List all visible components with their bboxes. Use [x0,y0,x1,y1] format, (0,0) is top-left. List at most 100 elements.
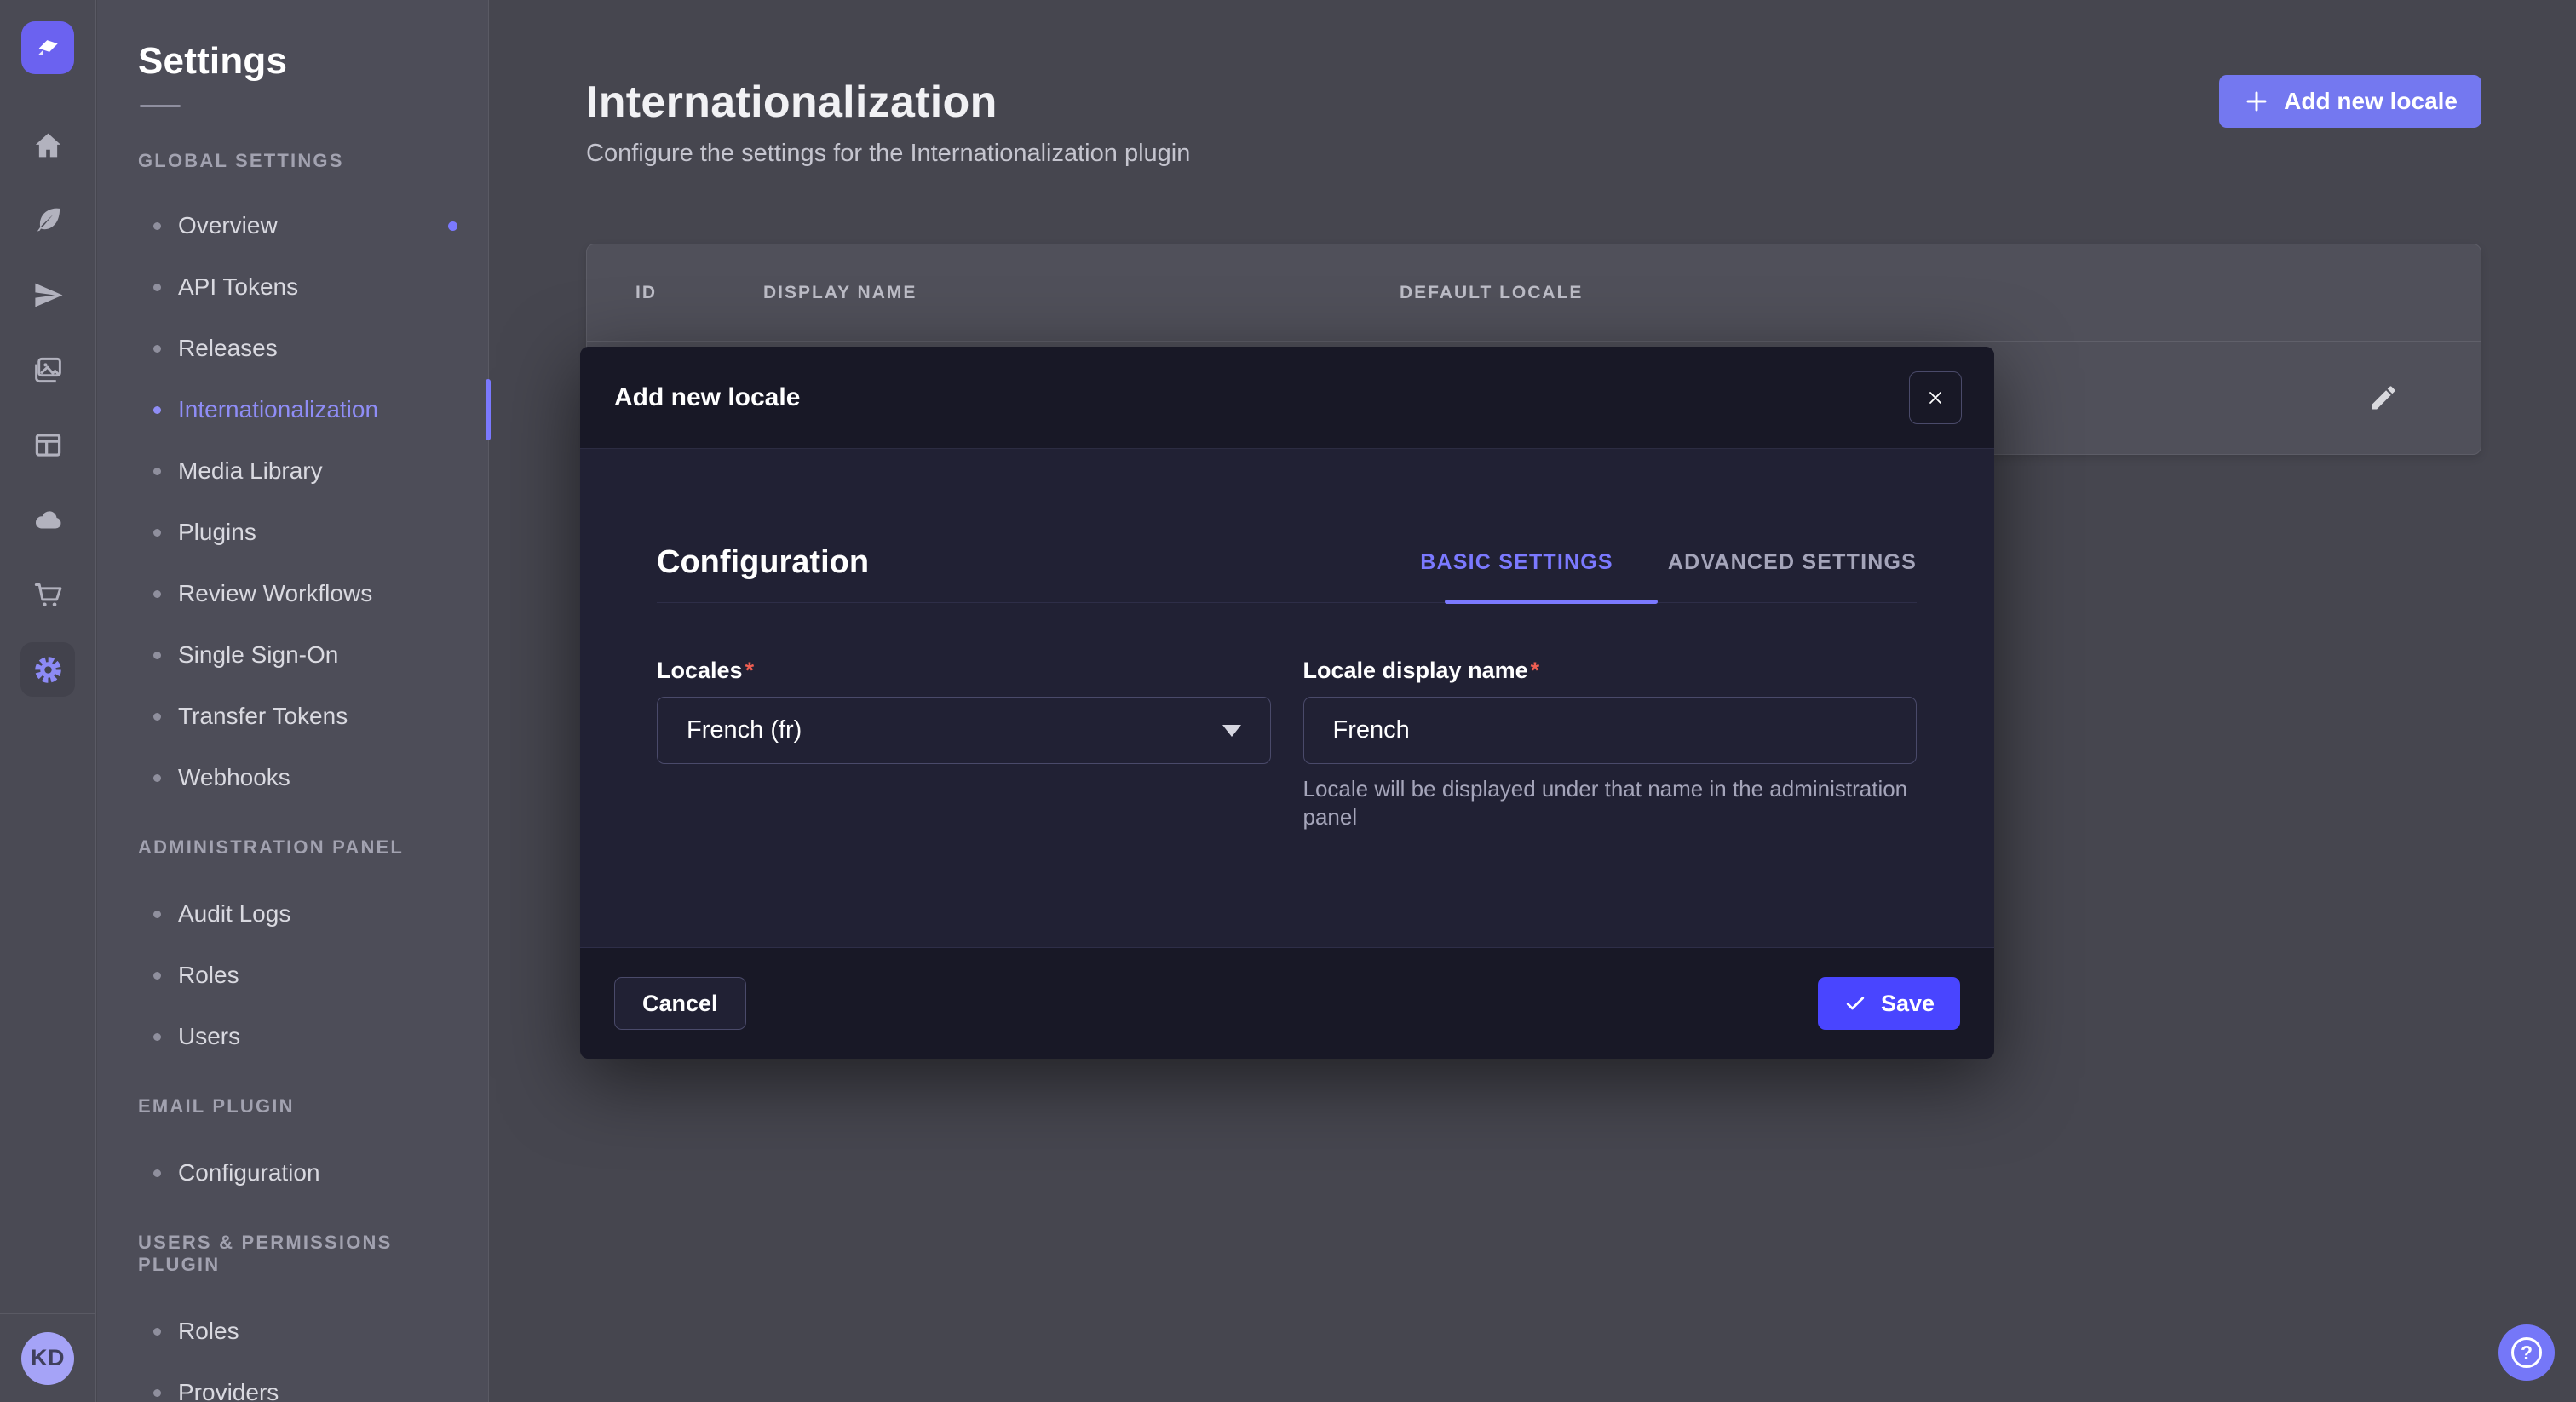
configuration-heading: Configuration [657,544,869,581]
send-icon[interactable] [20,267,75,322]
images-icon[interactable] [20,342,75,397]
sidebar-item-admin-roles[interactable]: Roles [138,945,459,1006]
sidebar-item-review-workflows[interactable]: Review Workflows [138,563,459,624]
sidebar-item-label: Releases [178,335,278,362]
sidebar-item-label: Users [178,1023,240,1050]
pencil-icon [2368,382,2399,413]
column-header-id: ID [635,283,763,303]
required-asterisk: * [745,658,755,683]
modal-title: Add new locale [614,383,800,412]
sidebar-item-label: Overview [178,212,278,239]
bullet-icon [153,774,161,782]
nav-rail-icons [0,118,95,697]
sidebar-item-label: Webhooks [178,764,290,791]
sidebar-item-label: Single Sign-On [178,641,338,669]
sidebar-item-overview[interactable]: Overview [138,195,459,256]
sidebar-item-label: Audit Logs [178,900,290,928]
menu-email-plugin: Configuration [138,1142,459,1204]
sidebar-item-audit-logs[interactable]: Audit Logs [138,883,459,945]
gear-icon[interactable] [20,642,75,697]
layout-icon[interactable] [20,417,75,472]
plus-icon [2243,88,2270,115]
bullet-icon [153,911,161,918]
locales-label-text: Locales [657,658,743,683]
cancel-button[interactable]: Cancel [614,977,746,1030]
section-label-global-settings: GLOBAL SETTINGS [138,150,459,172]
sidebar-item-up-roles[interactable]: Roles [138,1301,459,1362]
bullet-icon [153,652,161,659]
display-name-helper-text: Locale will be displayed under that name… [1303,775,1918,831]
modal-body: Configuration BASIC SETTINGS ADVANCED SE… [580,449,1994,947]
cart-icon[interactable] [20,567,75,622]
sidebar-item-label: Media Library [178,457,323,485]
tab-basic-settings[interactable]: BASIC SETTINGS [1420,550,1613,575]
sidebar-item-label: Transfer Tokens [178,703,348,730]
home-icon[interactable] [20,118,75,172]
sidebar-item-label: Providers [178,1379,279,1402]
bullet-icon [153,529,161,537]
menu-global-settings: Overview API Tokens Releases Internation… [138,195,459,808]
edit-locale-button[interactable] [2368,382,2399,413]
check-icon [1843,991,1867,1015]
sidebar-item-releases[interactable]: Releases [138,318,459,379]
add-new-locale-button[interactable]: Add new locale [2219,75,2481,128]
sidebar-item-internationalization[interactable]: Internationalization [138,379,459,440]
modal-header: Add new locale [580,347,1994,449]
tabs-divider [657,602,1917,603]
required-asterisk: * [1531,658,1540,683]
nav-rail: KD [0,0,96,1402]
active-tab-underline [1445,600,1658,604]
sidebar-item-transfer-tokens[interactable]: Transfer Tokens [138,686,459,747]
sidebar-item-email-configuration[interactable]: Configuration [138,1142,459,1204]
strapi-logo[interactable] [21,21,74,74]
settings-sidebar: Settings GLOBAL SETTINGS Overview API To… [97,0,489,1402]
sidebar-item-webhooks[interactable]: Webhooks [138,747,459,808]
question-mark-icon: ? [2511,1337,2542,1368]
locales-label: Locales* [657,657,1271,685]
sidebar-item-single-sign-on[interactable]: Single Sign-On [138,624,459,686]
section-label-users-permissions-plugin: USERS & PERMISSIONS PLUGIN [138,1232,459,1276]
locales-field: Locales* French (fr) [657,657,1271,831]
display-name-input-wrapper [1303,697,1918,764]
page-header: Internationalization Configure the setti… [586,75,2481,169]
display-name-label: Locale display name* [1303,657,1918,685]
sidebar-item-api-tokens[interactable]: API Tokens [138,256,459,318]
sidebar-item-label: Configuration [178,1159,320,1187]
bullet-icon [153,468,161,475]
bullet-icon [153,1328,161,1336]
sidebar-item-plugins[interactable]: Plugins [138,502,459,563]
bullet-icon [153,972,161,980]
menu-administration-panel: Audit Logs Roles Users [138,883,459,1067]
display-name-field: Locale display name* Locale will be disp… [1303,657,1918,831]
display-name-label-text: Locale display name [1303,658,1528,683]
section-label-administration-panel: ADMINISTRATION PANEL [138,836,459,859]
help-button[interactable]: ? [2498,1324,2555,1381]
locales-select-value: French (fr) [687,716,802,744]
add-new-locale-label: Add new locale [2284,88,2458,115]
feather-icon[interactable] [20,192,75,247]
sidebar-item-label: Roles [178,1318,239,1345]
locales-select[interactable]: French (fr) [657,697,1271,764]
table-header-row: ID DISPLAY NAME DEFAULT LOCALE [587,244,2481,342]
close-button[interactable] [1909,371,1962,424]
menu-users-permissions-plugin: Roles Providers [138,1301,459,1402]
save-button[interactable]: Save [1818,977,1960,1030]
cloud-icon[interactable] [20,492,75,547]
modal-footer: Cancel Save [580,947,1994,1059]
sidebar-title-rule [140,105,181,107]
add-locale-modal: Add new locale Configuration BASIC SETTI… [580,347,1994,1059]
close-icon [1925,388,1946,408]
nav-rail-header [0,0,95,95]
sidebar-item-media-library[interactable]: Media Library [138,440,459,502]
sidebar-item-label: Internationalization [178,396,378,423]
tab-advanced-settings[interactable]: ADVANCED SETTINGS [1668,550,1917,575]
avatar[interactable]: KD [21,1332,74,1385]
display-name-input[interactable] [1333,716,1888,744]
sidebar-item-admin-users[interactable]: Users [138,1006,459,1067]
sidebar-item-up-providers[interactable]: Providers [138,1362,459,1402]
page-title: Internationalization [586,75,1190,129]
sidebar-item-label: API Tokens [178,273,298,301]
sidebar-item-label: Review Workflows [178,580,372,607]
bullet-icon [153,222,161,230]
bullet-icon [153,345,161,353]
